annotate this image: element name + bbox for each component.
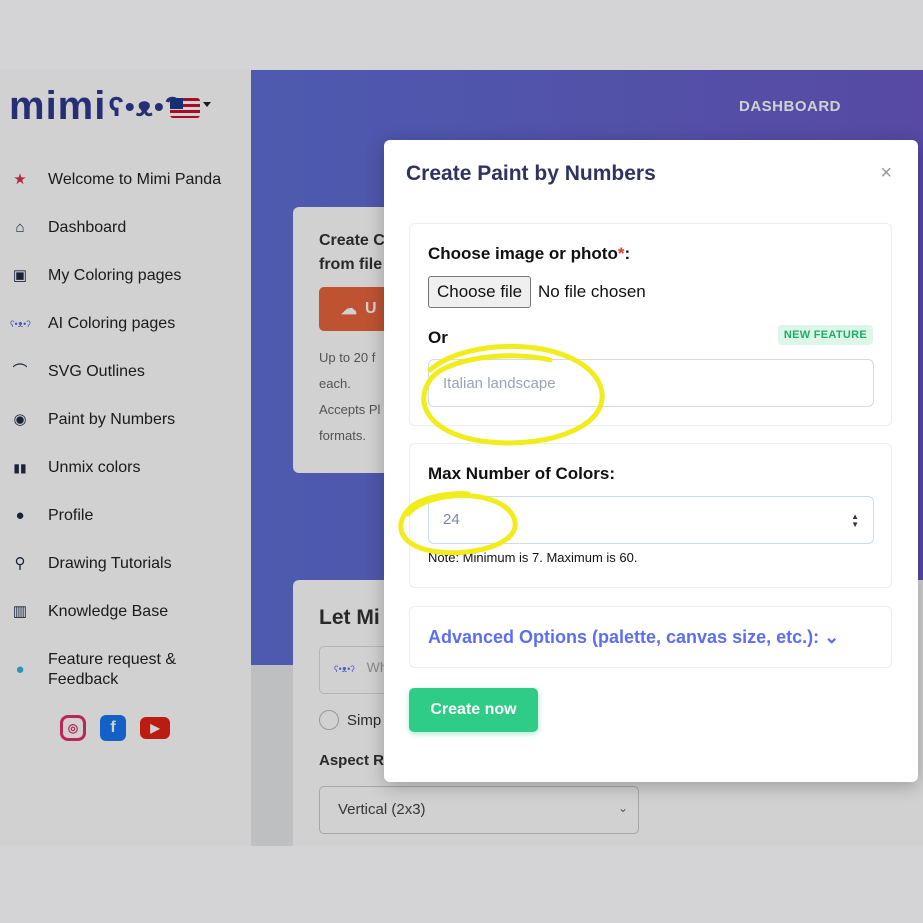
number-spinner-icon[interactable]: ▲ ▼	[851, 513, 859, 529]
or-label: Or	[428, 328, 448, 347]
image-source-section: Choose image or photo*: Choose file No f…	[409, 223, 892, 426]
paint-tubes-icon: ▮▮	[13, 461, 27, 475]
compass-icon: ⚲	[14, 555, 26, 572]
dashboard-link[interactable]: DASHBOARD	[739, 98, 841, 115]
home-icon: ⌂	[15, 219, 25, 236]
social-links: ◎ f ▶	[60, 715, 170, 741]
vector-icon: ⌒	[12, 363, 28, 380]
image-icon: ▣	[12, 267, 28, 284]
image-label-colon: :	[624, 244, 631, 263]
instagram-icon[interactable]: ◎	[60, 715, 86, 741]
language-caret-icon[interactable]	[203, 102, 211, 107]
file-status: No file chosen	[538, 282, 646, 301]
sidebar-item-label: My Coloring pages	[48, 267, 182, 284]
sidebar-item-label: Feature request & Feedback	[48, 651, 177, 688]
facebook-icon[interactable]: f	[100, 715, 126, 741]
sidebar-item-my-coloring-pages[interactable]: ▣ My Coloring pages	[0, 266, 251, 314]
us-flag-icon[interactable]	[170, 98, 200, 118]
sidebar-item-dashboard[interactable]: ⌂ Dashboard	[0, 218, 251, 266]
upload-button-label: U	[365, 300, 377, 317]
aspect-ratio-value: Vertical (2x3)	[338, 801, 426, 818]
sidebar-item-label: SVG Outlines	[48, 363, 145, 380]
max-colors-note: Note: Minimum is 7. Maximum is 60.	[428, 550, 638, 565]
chevron-down-icon: ⌄	[617, 801, 628, 815]
image-prompt-input[interactable]	[428, 359, 874, 407]
sidebar-item-ai-coloring-pages[interactable]: ʕ•ᴥ•ʔ AI Coloring pages	[0, 314, 251, 362]
max-colors-section: Max Number of Colors: 24 ▲ ▼ Note: Minimu…	[409, 443, 892, 588]
paint-by-numbers-modal: Create Paint by Numbers × Choose image o…	[384, 140, 918, 782]
panda-icon: ʕ•ᴥ•ʔ	[334, 664, 355, 674]
image-label: Choose image or photo*:	[428, 244, 630, 264]
panda-icon: ʕ•ᴥ•ʔ	[10, 319, 31, 329]
sidebar-item-label: Paint by Numbers	[48, 411, 176, 428]
new-feature-badge: NEW FEATURE	[777, 325, 873, 345]
close-icon[interactable]: ×	[880, 162, 892, 185]
max-colors-input[interactable]: 24 ▲ ▼	[428, 496, 874, 544]
sidebar-item-label: Welcome to Mimi Panda	[48, 171, 222, 188]
brand-logo[interactable]: mimi ʕ•ᴥ•ʔ	[9, 84, 181, 129]
image-label-text: Choose image or photo	[428, 244, 618, 263]
sidebar-item-profile[interactable]: ● Profile	[0, 506, 251, 554]
sidebar-item-unmix-colors[interactable]: ▮▮ Unmix colors	[0, 458, 251, 506]
sidebar-item-knowledge-base[interactable]: ▥ Knowledge Base	[0, 602, 251, 650]
chevron-down-icon: ⌄	[824, 627, 840, 647]
sidebar-item-label: Profile	[48, 507, 94, 524]
simple-radio[interactable]	[319, 710, 339, 730]
star-icon: ★	[13, 171, 27, 188]
sidebar-nav: ★ Welcome to Mimi Panda ⌂ Dashboard ▣ My…	[0, 170, 251, 706]
user-icon: ●	[15, 507, 25, 524]
sidebar-item-label: Dashboard	[48, 219, 127, 236]
sidebar-item-label: Drawing Tutorials	[48, 555, 172, 572]
advanced-options-section[interactable]: Advanced Options (palette, canvas size, …	[409, 606, 892, 668]
sidebar-item-label: Unmix colors	[48, 459, 141, 476]
choose-file-button[interactable]: Choose file	[428, 276, 532, 308]
modal-title: Create Paint by Numbers	[406, 162, 656, 185]
sidebar-item-svg-outlines[interactable]: ⌒ SVG Outlines	[0, 362, 251, 410]
lightbulb-icon: ●	[15, 661, 25, 678]
aspect-ratio-select[interactable]: Vertical (2x3) ⌄	[319, 786, 639, 834]
palette-icon: ◉	[13, 411, 27, 428]
upload-card-title: Create C from file	[319, 232, 385, 273]
sidebar-item-label: AI Coloring pages	[48, 315, 176, 332]
sidebar-item-paint-by-numbers[interactable]: ◉ Paint by Numbers	[0, 410, 251, 458]
sidebar-item-drawing-tutorials[interactable]: ⚲ Drawing Tutorials	[0, 554, 251, 602]
max-colors-value: 24	[443, 511, 460, 528]
max-colors-label: Max Number of Colors:	[428, 464, 616, 483]
cloud-upload-icon: ☁	[341, 301, 357, 318]
youtube-icon[interactable]: ▶	[140, 717, 170, 739]
brand-wordmark: mimi	[9, 84, 107, 128]
sidebar-item-welcome[interactable]: ★ Welcome to Mimi Panda	[0, 170, 251, 218]
advanced-options-toggle[interactable]: Advanced Options (palette, canvas size, …	[428, 627, 839, 648]
sidebar-item-feature-request[interactable]: ● Feature request & Feedback	[0, 650, 251, 706]
advanced-options-label: Advanced Options (palette, canvas size, …	[428, 627, 820, 647]
simple-radio-label: Simp	[347, 711, 382, 729]
sidebar: mimi ʕ•ᴥ•ʔ ★ Welcome to Mimi Panda ⌂ Das…	[0, 70, 251, 846]
books-icon: ▥	[12, 603, 28, 620]
sidebar-item-label: Knowledge Base	[48, 603, 169, 620]
create-now-button[interactable]: Create now	[409, 688, 538, 732]
